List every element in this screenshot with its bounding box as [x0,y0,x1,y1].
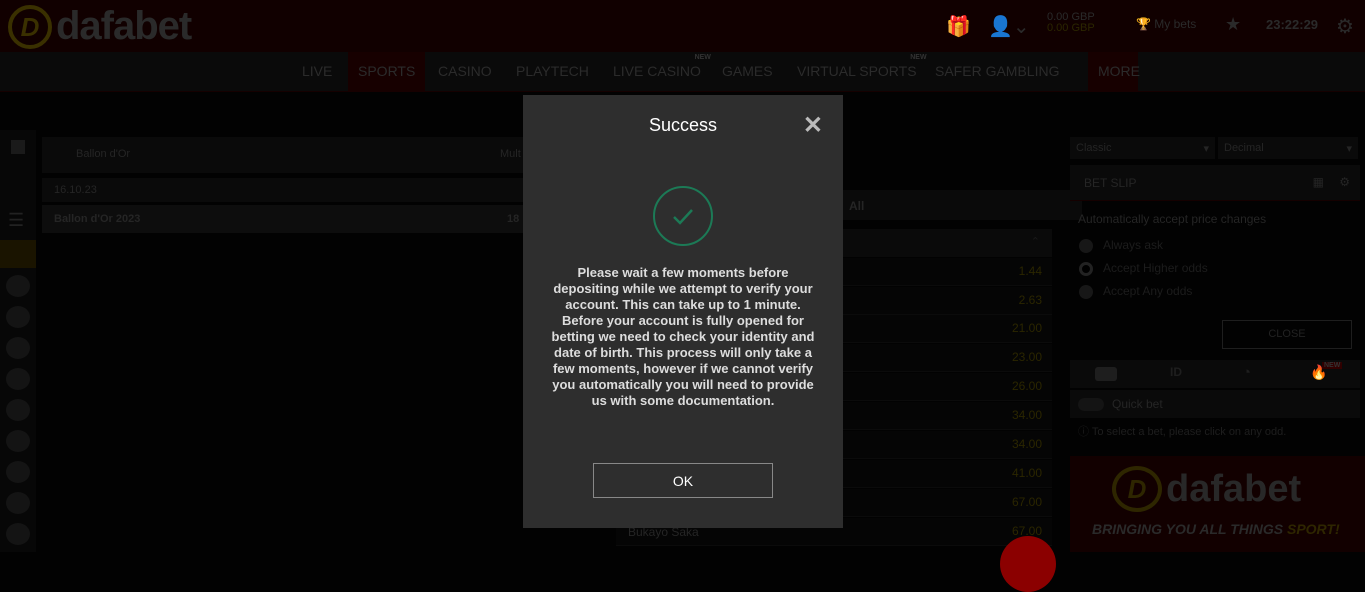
nav-more[interactable]: MORE [1088,52,1140,92]
odds-value[interactable]: 34.00 [1012,437,1042,451]
odds-value[interactable]: 2.63 [1019,293,1042,307]
radio-accept-higher[interactable]: Accept Higher odds [1079,261,1208,276]
nav-safer-gambling[interactable]: SAFER GAMBLING [925,52,1069,92]
odds-value[interactable]: 41.00 [1012,466,1042,480]
sport-icon-cricket[interactable] [6,492,30,514]
betslip-tab-icon[interactable] [1095,367,1117,381]
view-select[interactable]: Classic ▾ [1070,137,1215,159]
tagline-accent: SPORT! [1286,521,1340,537]
event-name: Ballon d'Or 2023 [54,213,141,225]
menu-icon[interactable]: ☰ [8,210,24,231]
accept-label: Automatically accept price changes [1078,212,1267,226]
sport-icon-football[interactable] [6,275,30,297]
dropdown-icon: ▾ [1346,143,1352,155]
event-time: 18 [507,213,520,225]
close-icon[interactable]: ✕ [803,111,823,140]
balance-bonus: 0.00 GBP [1047,22,1095,34]
quick-bet-label: Quick bet [1112,397,1163,411]
betslip-header: BET SLIP ▦ ⚙ [1070,165,1360,201]
promo-banner[interactable]: Ddafabet BRINGING YOU ALL THINGS SPORT! [1070,456,1365,552]
modal-message: Please wait a few moments before deposit… [551,265,815,408]
toggle-switch[interactable] [1078,398,1104,412]
radio-label: Always ask [1103,238,1164,252]
gear-icon[interactable]: ⚙ [1336,14,1354,39]
banner-brand: dafabet [1166,467,1302,510]
betslip-tabs: ID ◔ 🔥 NEW [1070,360,1360,388]
dafabet-logo[interactable]: Ddafabet [8,4,192,49]
banner-logo: Ddafabet [1112,466,1301,512]
sport-icon-baseball[interactable] [6,368,30,390]
trophy-icon: 🏆 [1136,17,1151,31]
user-icon[interactable]: 👤⌄ [988,14,1030,39]
banner-tagline: BRINGING YOU ALL THINGS SPORT! [1092,521,1340,537]
format-value: Decimal [1224,142,1264,154]
odds-format-select[interactable]: Decimal ▾ [1218,137,1358,159]
odds-value[interactable]: 34.00 [1012,408,1042,422]
competition-title: Ballon d'Or [76,148,131,160]
nav-label: VIRTUAL SPORTS [797,63,917,79]
nav-casino[interactable]: CASINO [428,52,502,92]
betslip: Classic ▾ Decimal ▾ BET SLIP ▦ ⚙ Automatical… [1070,135,1365,552]
betslip-title: BET SLIP [1084,176,1137,190]
info-icon: ⓘ [1078,426,1089,438]
id-tab-icon[interactable]: ID [1170,365,1182,379]
chat-button[interactable] [1000,536,1056,592]
nav-label: LIVE CASINO [613,63,701,79]
balance[interactable]: 0.00 GBP 0.00 GBP [1047,12,1095,34]
my-bets-link[interactable]: 🏆 My bets [1136,17,1196,31]
chevron-up-icon[interactable]: ⌃ [1031,235,1040,248]
market-label: Mult [500,148,521,160]
new-badge: NEW [1322,362,1343,369]
odds-value[interactable]: 67.00 [1012,495,1042,509]
sport-icon-live[interactable] [0,240,36,268]
sport-icon-hockey[interactable] [6,399,30,421]
gift-icon[interactable]: 🎁 [946,14,971,39]
clock-tab-icon[interactable]: ◔ [1242,364,1251,381]
calendar-icon[interactable] [11,140,25,154]
check-circle-icon [653,186,713,246]
radio-label: Accept Higher odds [1103,261,1208,275]
odds-value[interactable]: 23.00 [1012,350,1042,364]
star-icon[interactable]: ★ [1225,14,1241,35]
nav-virtual-sports[interactable]: VIRTUAL SPORTS NEW [787,52,927,92]
radio-label: Accept Any odds [1103,284,1193,298]
new-badge: NEW [694,54,711,61]
view-value: Classic [1076,142,1112,154]
modal-title: Success [648,115,718,135]
clock: 23:22:29 [1266,17,1319,32]
odds-value[interactable]: 26.00 [1012,379,1042,393]
sport-icon-basketball[interactable] [6,306,30,328]
tagline-text: BRINGING YOU ALL THINGS [1092,521,1287,537]
radio-always-ask[interactable]: Always ask [1079,238,1163,253]
radio-accept-any[interactable]: Accept Any odds [1079,284,1192,299]
sport-icon-other[interactable] [6,523,30,545]
ok-button[interactable]: OK [593,463,773,498]
sport-icon-tennis[interactable] [6,337,30,359]
hint-text: To select a bet, please click on any odd… [1091,426,1287,438]
close-button[interactable]: CLOSE [1222,320,1352,349]
nav-games[interactable]: GAMES [712,52,783,92]
nav-playtech[interactable]: PLAYTECH [506,52,599,92]
sport-icon-rugby[interactable] [6,461,30,483]
sports-sidebar: ☰ [0,130,36,552]
nav-live-casino[interactable]: LIVE CASINO NEW [603,52,711,92]
odds-value[interactable]: 1.44 [1019,264,1042,278]
dropdown-icon: ▾ [1203,143,1209,155]
nav-sports[interactable]: SPORTS [348,52,426,92]
odds-value[interactable]: 21.00 [1012,321,1042,335]
my-bets-label: My bets [1154,17,1197,31]
betslip-hint: ⓘ To select a bet, please click on any o… [1078,423,1286,439]
calculator-icon[interactable]: ▦ [1313,175,1324,189]
sport-icon-volleyball[interactable] [6,430,30,452]
settings-icon[interactable]: ⚙ [1339,175,1350,189]
nav-live[interactable]: LIVE [292,52,342,92]
quick-bet-toggle[interactable]: Quick bet [1070,390,1360,418]
success-modal: Success ✕ Please wait a few moments befo… [523,95,843,528]
